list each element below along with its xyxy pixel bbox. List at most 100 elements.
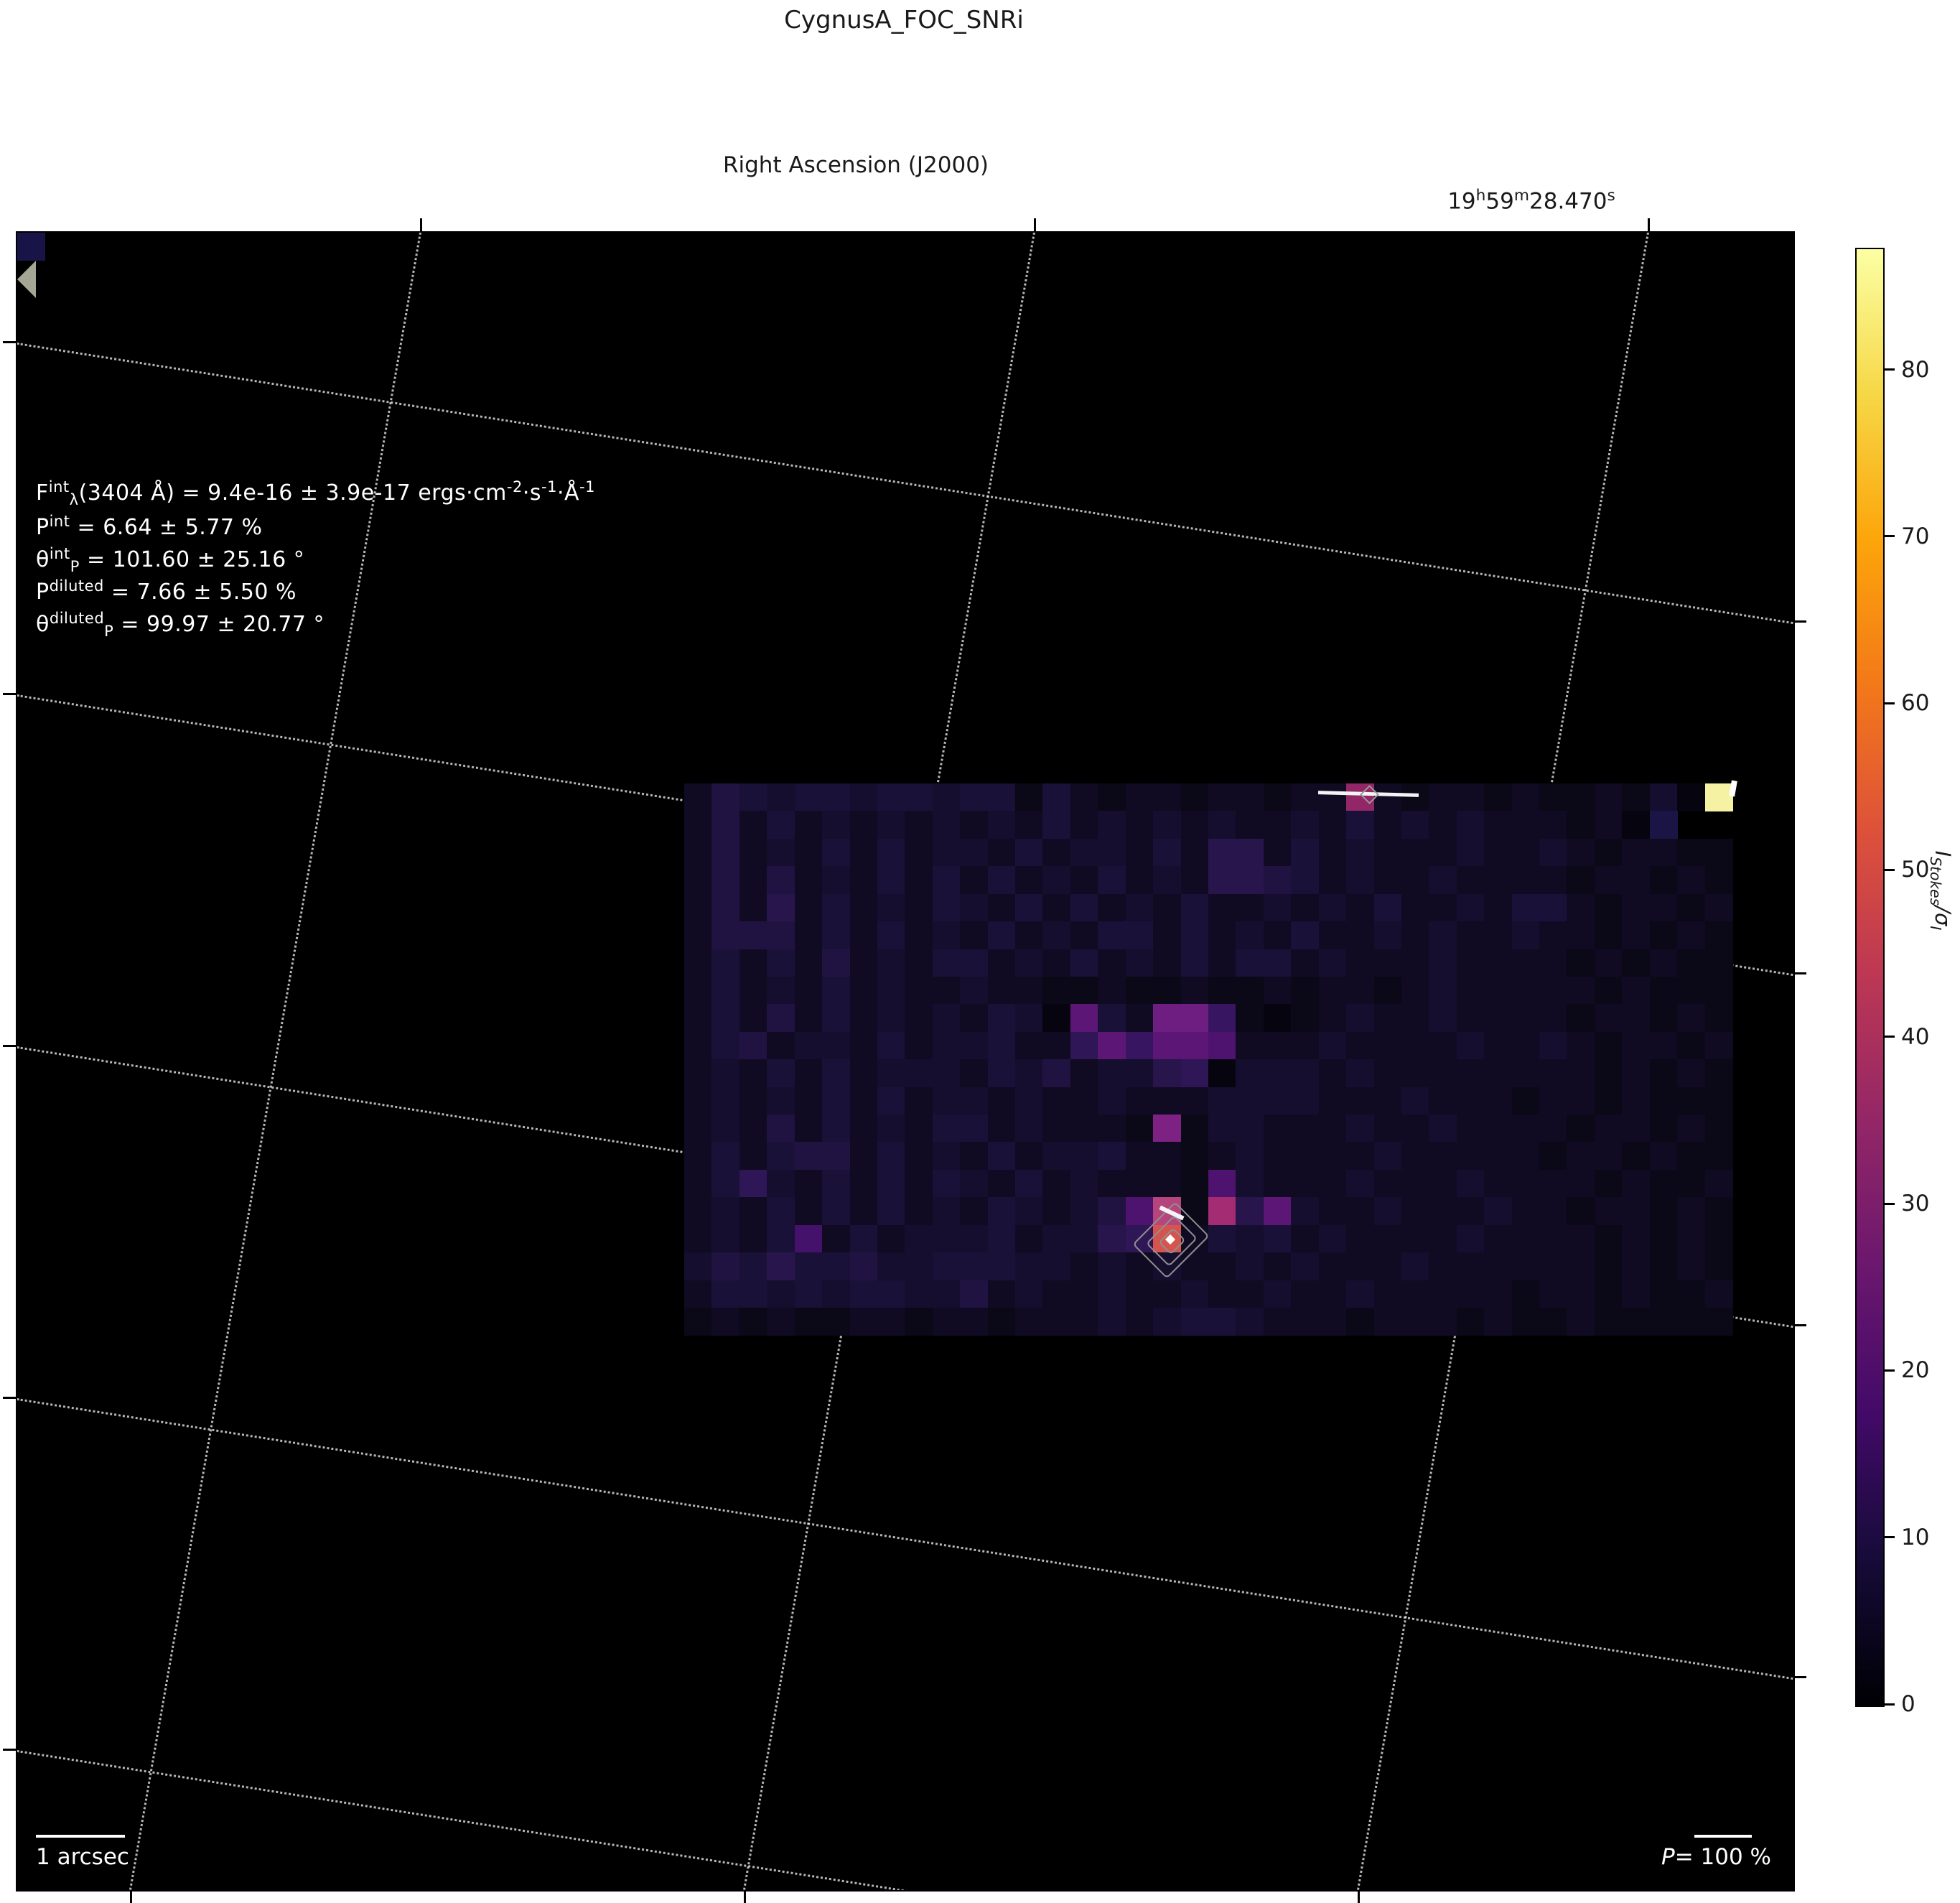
heatmap-cell (960, 893, 989, 922)
heatmap-cell (849, 949, 878, 977)
heatmap-cell (1677, 1142, 1706, 1171)
heatmap-cell (1346, 1197, 1375, 1226)
heatmap-cell (1594, 1115, 1623, 1143)
heatmap-cell (1015, 1059, 1044, 1088)
heatmap-cell (822, 1197, 851, 1226)
heatmap-cell (1539, 1169, 1568, 1198)
heatmap-cell (932, 783, 961, 812)
colorbar-tick-label: 40 (1901, 1023, 1930, 1050)
heatmap-cell (1346, 1142, 1375, 1171)
heatmap-cell (1429, 1142, 1457, 1171)
heatmap-cell (1236, 949, 1264, 977)
heatmap-cell (1539, 1087, 1568, 1115)
heatmap-cell (1208, 1059, 1236, 1088)
heatmap-cell (1015, 1280, 1044, 1308)
heatmap-cell (1042, 866, 1071, 895)
heatmap-cell (1263, 1004, 1292, 1033)
heatmap-cell (684, 1115, 713, 1143)
heatmap-cell (1622, 783, 1651, 812)
heatmap-cell (1042, 1031, 1071, 1060)
heatmap-cell (1567, 811, 1595, 839)
heatmap-cell (1015, 1252, 1044, 1281)
heatmap-cell (1511, 811, 1540, 839)
heatmap-cell (1098, 783, 1126, 812)
heatmap-cell (1208, 866, 1236, 895)
heatmap-cell (849, 866, 878, 895)
heatmap-cell (1704, 976, 1733, 1005)
heatmap-cell (1042, 1197, 1071, 1226)
heatmap-cell (1511, 976, 1540, 1005)
heatmap-cell (1042, 1115, 1071, 1143)
heatmap-cell (1070, 976, 1098, 1005)
heatmap-cell (1125, 1059, 1154, 1088)
heatmap-cell (1291, 1059, 1320, 1088)
heatmap-cell (1484, 866, 1513, 895)
heatmap-cell (1456, 1115, 1485, 1143)
heatmap-cell (1511, 1280, 1540, 1308)
heatmap-cell (1539, 866, 1568, 895)
sky-map-axes: Fintλ(3404 Å) = 9.4e-16 ± 3.9e-17 ergs·c… (16, 231, 1795, 1892)
heatmap-cell (739, 893, 767, 922)
heatmap-cell (1346, 1004, 1375, 1033)
heatmap-cell (1098, 893, 1126, 922)
heatmap-cell (877, 1169, 905, 1198)
heatmap-cell (1153, 1169, 1182, 1198)
heatmap-cell (987, 949, 1016, 977)
heatmap-cell (1125, 949, 1154, 977)
heatmap-cell (794, 1169, 823, 1198)
heatmap-cell (1429, 838, 1457, 867)
heatmap-cell (1291, 1197, 1320, 1226)
heatmap-cell (849, 1197, 878, 1226)
heatmap-cell (794, 1252, 823, 1281)
heatmap-cell (822, 1004, 851, 1033)
heatmap-cell (767, 1169, 795, 1198)
heatmap-cell (767, 1280, 795, 1308)
heatmap-cell (1346, 1059, 1375, 1088)
heatmap-cell (711, 1115, 740, 1143)
heatmap-cell (1070, 893, 1098, 922)
heatmap-cell (1649, 783, 1678, 812)
heatmap-cell (987, 1115, 1016, 1143)
heatmap-cell (1208, 1004, 1236, 1033)
colorbar-tick (1883, 1202, 1895, 1205)
heatmap-cell (1567, 1307, 1595, 1336)
heatmap-cell (1015, 783, 1044, 812)
heatmap-cell (1622, 949, 1651, 977)
heatmap-cell (1677, 976, 1706, 1005)
heatmap-cell (877, 1059, 905, 1088)
heatmap-cell (711, 893, 740, 922)
heatmap-cell (767, 866, 795, 895)
heatmap-cell (822, 1224, 851, 1253)
heatmap-cell (877, 893, 905, 922)
heatmap-cell (1236, 1087, 1264, 1115)
heatmap-cell (1511, 1224, 1540, 1253)
heatmap-cell (960, 1224, 989, 1253)
heatmap-cell (1567, 921, 1595, 950)
heatmap-cell (1622, 1169, 1651, 1198)
heatmap-cell (1042, 1307, 1071, 1336)
heatmap-cell (987, 783, 1016, 812)
heatmap-cell (1318, 866, 1347, 895)
heatmap-cell (1649, 1169, 1678, 1198)
heatmap-cell (932, 1059, 961, 1088)
pol-scalebar-label: P= 100 % (1661, 1844, 1772, 1870)
heatmap-cell (960, 1142, 989, 1171)
heatmap-cell (1649, 1031, 1678, 1060)
heatmap-cell (1180, 1307, 1209, 1336)
heatmap-cell (711, 838, 740, 867)
heatmap-cell (1346, 866, 1375, 895)
heatmap-cell (1677, 783, 1706, 812)
heatmap-cell (1594, 811, 1623, 839)
colorbar-tick-label: 60 (1901, 690, 1930, 717)
heatmap-cell (877, 976, 905, 1005)
heatmap-cell (1567, 893, 1595, 922)
heatmap-cell (1318, 893, 1347, 922)
heatmap-cell (1594, 921, 1623, 950)
heatmap-cell (1704, 783, 1733, 812)
heatmap-cell (1291, 811, 1320, 839)
heatmap-cell (905, 1224, 933, 1253)
heatmap-cell (1125, 1280, 1154, 1308)
bottom-axis-tick (130, 1890, 132, 1903)
heatmap-cell (1015, 1307, 1044, 1336)
heatmap-cell (1318, 1142, 1347, 1171)
